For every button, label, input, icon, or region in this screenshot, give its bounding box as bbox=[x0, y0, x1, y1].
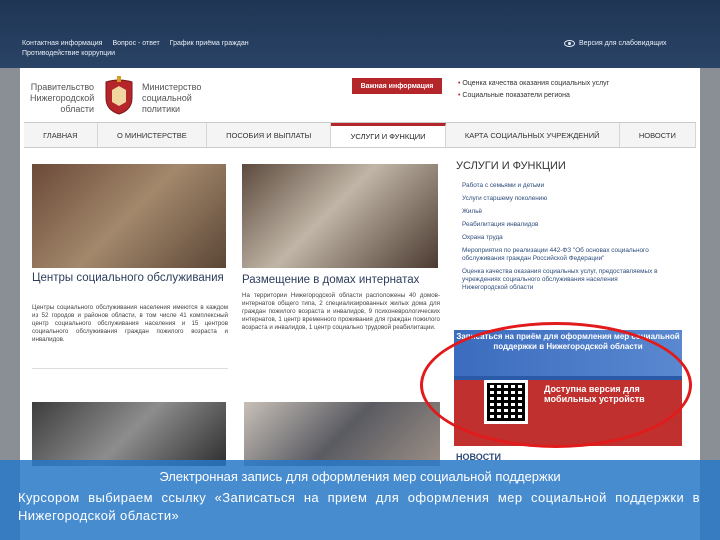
contacts-link[interactable]: Контактная информация bbox=[22, 40, 102, 47]
card-text-social-centers: Центры социального обслуживания населени… bbox=[32, 304, 228, 343]
tab-benefits[interactable]: ПОСОБИЯ И ВЫПЛАТЫ bbox=[207, 123, 332, 147]
services-list: Работа с семьями и детьми Услуги старшем… bbox=[462, 182, 658, 297]
accessibility-link[interactable]: Версия для слабовидящих bbox=[564, 40, 667, 47]
services-item[interactable]: Оценка качества оказания социальных услу… bbox=[462, 268, 658, 292]
services-item[interactable]: Мероприятия по реализации 442-ФЗ "Об осн… bbox=[462, 247, 658, 263]
nursing-homes-photo[interactable] bbox=[242, 164, 438, 268]
main-nav: ГЛАВНАЯ О МИНИСТЕРСТВЕ ПОСОБИЯ И ВЫПЛАТЫ… bbox=[24, 122, 697, 148]
top-bar: Контактная информация Вопрос - ответ Гра… bbox=[0, 0, 720, 68]
tab-about[interactable]: О МИНИСТЕРСТВЕ bbox=[98, 123, 207, 147]
tab-home[interactable]: ГЛАВНАЯ bbox=[24, 123, 98, 147]
caption-body: Курсором выбираем ссылку «Записаться на … bbox=[18, 490, 700, 523]
header-links: Оценка качества оказания социальных услу… bbox=[458, 78, 609, 102]
schedule-link[interactable]: График приёма граждан bbox=[170, 40, 249, 47]
social-centers-photo[interactable] bbox=[32, 164, 226, 268]
anticorruption-link[interactable]: Противодействие коррупции bbox=[22, 50, 115, 57]
card-text-nursing-homes: На территории Нижегородской области расп… bbox=[242, 292, 440, 331]
quality-assessment-link[interactable]: Оценка качества оказания социальных услу… bbox=[458, 78, 609, 90]
services-item[interactable]: Реабилитация инвалидов bbox=[462, 221, 658, 229]
card-title-nursing-homes[interactable]: Размещение в домах интернатах bbox=[242, 274, 442, 287]
caption-overlay: Электронная запись для оформления мер со… bbox=[0, 460, 720, 540]
wheelchairs-photo[interactable] bbox=[32, 402, 226, 466]
caption-title: Электронная запись для оформления мер со… bbox=[159, 469, 561, 484]
tab-map[interactable]: КАРТА СОЦИАЛЬНЫХ УЧРЕЖДЕНИЙ bbox=[446, 123, 620, 147]
tab-services[interactable]: УСЛУГИ И ФУНКЦИИ bbox=[331, 123, 446, 147]
region-stats-link[interactable]: Социальные показатели региона bbox=[458, 90, 609, 102]
important-info-button[interactable]: Важная информация bbox=[352, 78, 442, 94]
coat-of-arms-icon bbox=[105, 76, 133, 115]
services-item[interactable]: Охрана труда bbox=[462, 234, 658, 242]
services-item[interactable]: Жильё bbox=[462, 208, 658, 216]
eye-icon bbox=[564, 40, 575, 47]
elderly-people-photo[interactable] bbox=[244, 402, 440, 466]
accessibility-label: Версия для слабовидящих bbox=[579, 40, 667, 47]
services-item[interactable]: Услуги старшему поколению bbox=[462, 195, 658, 203]
services-item[interactable]: Работа с семьями и детьми bbox=[462, 182, 658, 190]
tab-news[interactable]: НОВОСТИ bbox=[620, 123, 697, 147]
top-links: Контактная информация Вопрос - ответ Гра… bbox=[22, 40, 249, 47]
services-heading: УСЛУГИ И ФУНКЦИИ bbox=[456, 160, 566, 172]
government-label: Правительство Нижегородской области bbox=[30, 82, 95, 114]
faq-link[interactable]: Вопрос - ответ bbox=[112, 40, 159, 47]
highlight-ellipse bbox=[420, 322, 692, 448]
divider bbox=[32, 368, 228, 369]
card-title-social-centers[interactable]: Центры социального обслуживания bbox=[32, 272, 228, 285]
ministry-label: Министерство социальной политики bbox=[142, 82, 202, 114]
